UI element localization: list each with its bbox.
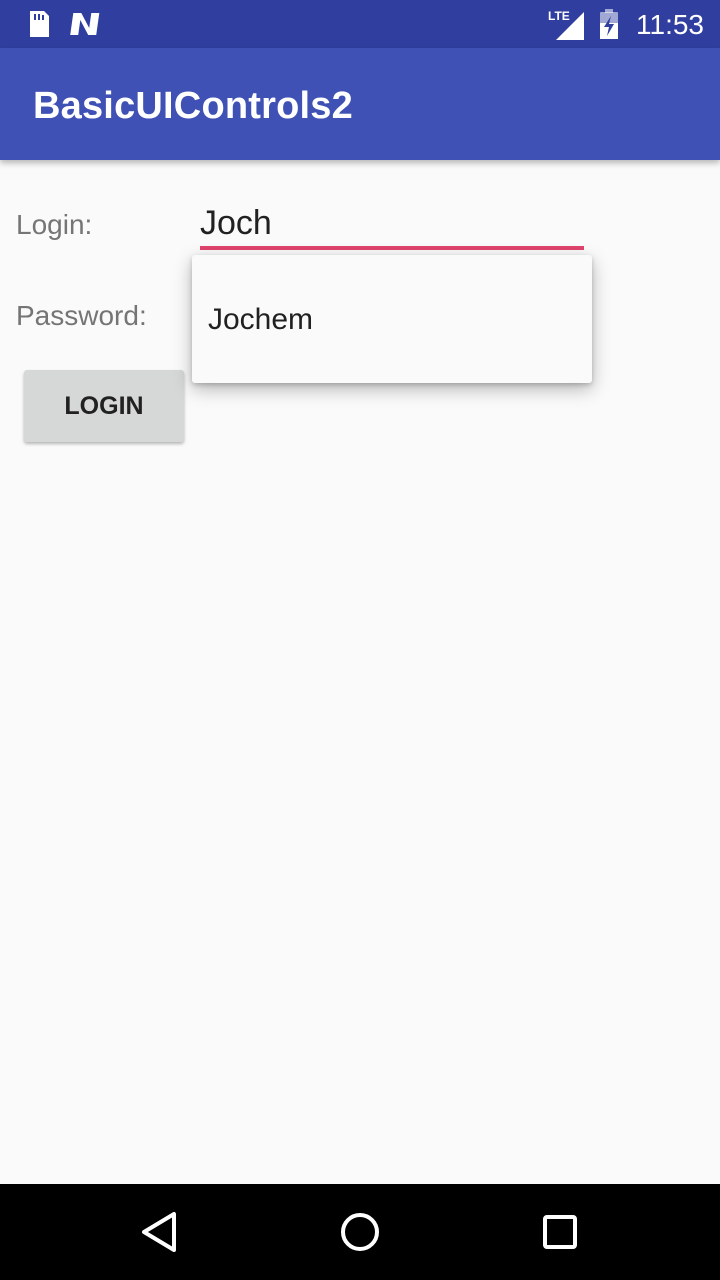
home-icon[interactable]	[336, 1208, 384, 1256]
login-button[interactable]: LOGIN	[24, 370, 184, 442]
login-input[interactable]	[200, 200, 584, 250]
suggestion-label: Jochem	[208, 303, 314, 336]
battery-charging-icon	[596, 8, 624, 40]
lte-label: LTE	[548, 9, 570, 23]
app-title: BasicUIControls2	[33, 85, 353, 127]
app-bar: BasicUIControls2	[0, 48, 720, 160]
password-label: Password:	[16, 300, 147, 331]
navigation-bar	[0, 1184, 720, 1280]
back-icon[interactable]	[136, 1208, 184, 1256]
sd-card-icon	[22, 8, 54, 40]
recents-icon[interactable]	[536, 1208, 584, 1256]
autocomplete-dropdown: Jochem	[192, 255, 592, 383]
screen: LTE 11:53 BasicUIControls2 Login: Passwo…	[0, 0, 720, 1280]
n-notification-icon	[68, 8, 100, 40]
autocomplete-suggestion[interactable]: Jochem	[192, 255, 592, 383]
status-bar: LTE 11:53	[0, 0, 720, 48]
login-form: Login: Password: LOGIN Jochem	[0, 160, 720, 1184]
login-label: Login:	[16, 209, 93, 240]
lte-signal-icon: LTE	[548, 8, 588, 40]
status-time: 11:53	[636, 9, 704, 40]
